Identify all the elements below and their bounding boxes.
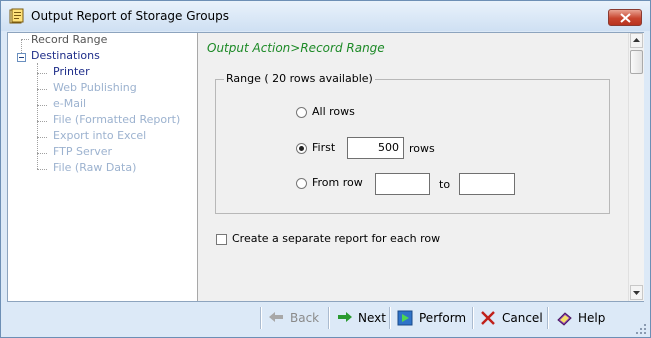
cancel-label: Cancel [502, 311, 543, 325]
back-button[interactable]: Back [268, 307, 324, 329]
range-groupbox: Range ( 20 rows available) All rows Firs… [215, 72, 610, 214]
report-app-icon [9, 8, 24, 24]
help-book-icon [557, 312, 572, 326]
from-row-label[interactable]: From row [312, 176, 363, 189]
to-label: to [439, 178, 451, 191]
tree-item-web-publishing[interactable]: Web Publishing [53, 81, 137, 94]
from-row-radio[interactable] [296, 178, 307, 189]
first-radio[interactable] [296, 143, 307, 154]
back-arrow-icon [269, 312, 283, 322]
close-icon [620, 13, 631, 23]
scroll-up-button[interactable] [630, 33, 643, 48]
all-rows-radio[interactable] [296, 107, 307, 118]
help-button[interactable]: Help [556, 307, 608, 329]
tree-connector [37, 73, 47, 74]
range-group-label: Range ( 20 rows available) [224, 72, 375, 85]
tree-item-record-range[interactable]: Record Range [31, 33, 107, 46]
close-button[interactable] [608, 9, 642, 26]
first-rows-input[interactable]: 500 [347, 137, 404, 159]
tree-connector [37, 169, 47, 170]
settings-panel: Output Action>Record Range Range ( 20 ro… [198, 33, 628, 301]
tree-connector [37, 137, 47, 138]
tree-item-destinations[interactable]: Destinations [31, 49, 100, 62]
toolbar-separator [260, 307, 262, 329]
toolbar-separator [547, 307, 549, 329]
toolbar-separator [389, 307, 391, 329]
resize-grip-icon[interactable] [635, 323, 647, 335]
perform-button[interactable]: Perform [397, 307, 469, 329]
perform-label: Perform [419, 311, 467, 325]
collapse-icon[interactable] [17, 53, 26, 62]
tree-connector [37, 89, 47, 90]
next-button[interactable]: Next [336, 307, 386, 329]
help-label: Help [578, 311, 606, 325]
dialog-window: Output Report of Storage Groups Record R… [0, 0, 651, 338]
tree-connector [37, 153, 47, 154]
separate-report-label[interactable]: Create a separate report for each row [232, 232, 440, 245]
to-row-input[interactable] [459, 173, 515, 195]
all-rows-label[interactable]: All rows [312, 105, 355, 118]
cancel-x-icon [481, 311, 495, 325]
toolbar-separator [472, 307, 474, 329]
tree-item-export-excel[interactable]: Export into Excel [53, 129, 146, 142]
tree-item-email[interactable]: e-Mail [53, 97, 86, 110]
scroll-down-button[interactable] [630, 285, 643, 300]
tree-item-file-raw-data[interactable]: File (Raw Data) [53, 161, 136, 174]
tree-connector [21, 39, 22, 53]
vertical-scrollbar[interactable] [628, 33, 644, 301]
bottom-toolbar: Back Next Perform Cancel Help [1, 303, 650, 337]
tree-connector [37, 105, 47, 106]
toolbar-separator [328, 307, 330, 329]
tree-connector [21, 39, 29, 40]
title-bar[interactable]: Output Report of Storage Groups [1, 1, 650, 31]
window-title: Output Report of Storage Groups [31, 9, 230, 23]
tree-item-file-formatted-report[interactable]: File (Formatted Report) [53, 113, 180, 126]
rows-label: rows [409, 142, 435, 155]
next-arrow-icon [338, 312, 352, 322]
tree-item-ftp-server[interactable]: FTP Server [53, 145, 112, 158]
cancel-button[interactable]: Cancel [480, 307, 543, 329]
tree-item-printer[interactable]: Printer [53, 65, 90, 78]
scroll-thumb[interactable] [630, 50, 643, 74]
panel-heading: Output Action>Record Range [207, 41, 385, 55]
first-label[interactable]: First [312, 141, 335, 154]
scroll-down-icon [633, 291, 640, 295]
scroll-up-icon [633, 38, 640, 42]
navigation-tree: Record Range Destinations Printer Web Pu… [8, 33, 198, 301]
next-label: Next [358, 311, 386, 325]
tree-connector [37, 121, 47, 122]
from-row-input[interactable] [375, 173, 430, 195]
back-label: Back [290, 311, 320, 325]
dialog-body: Record Range Destinations Printer Web Pu… [7, 32, 644, 302]
perform-icon [397, 310, 413, 326]
separate-report-checkbox[interactable] [216, 234, 227, 245]
